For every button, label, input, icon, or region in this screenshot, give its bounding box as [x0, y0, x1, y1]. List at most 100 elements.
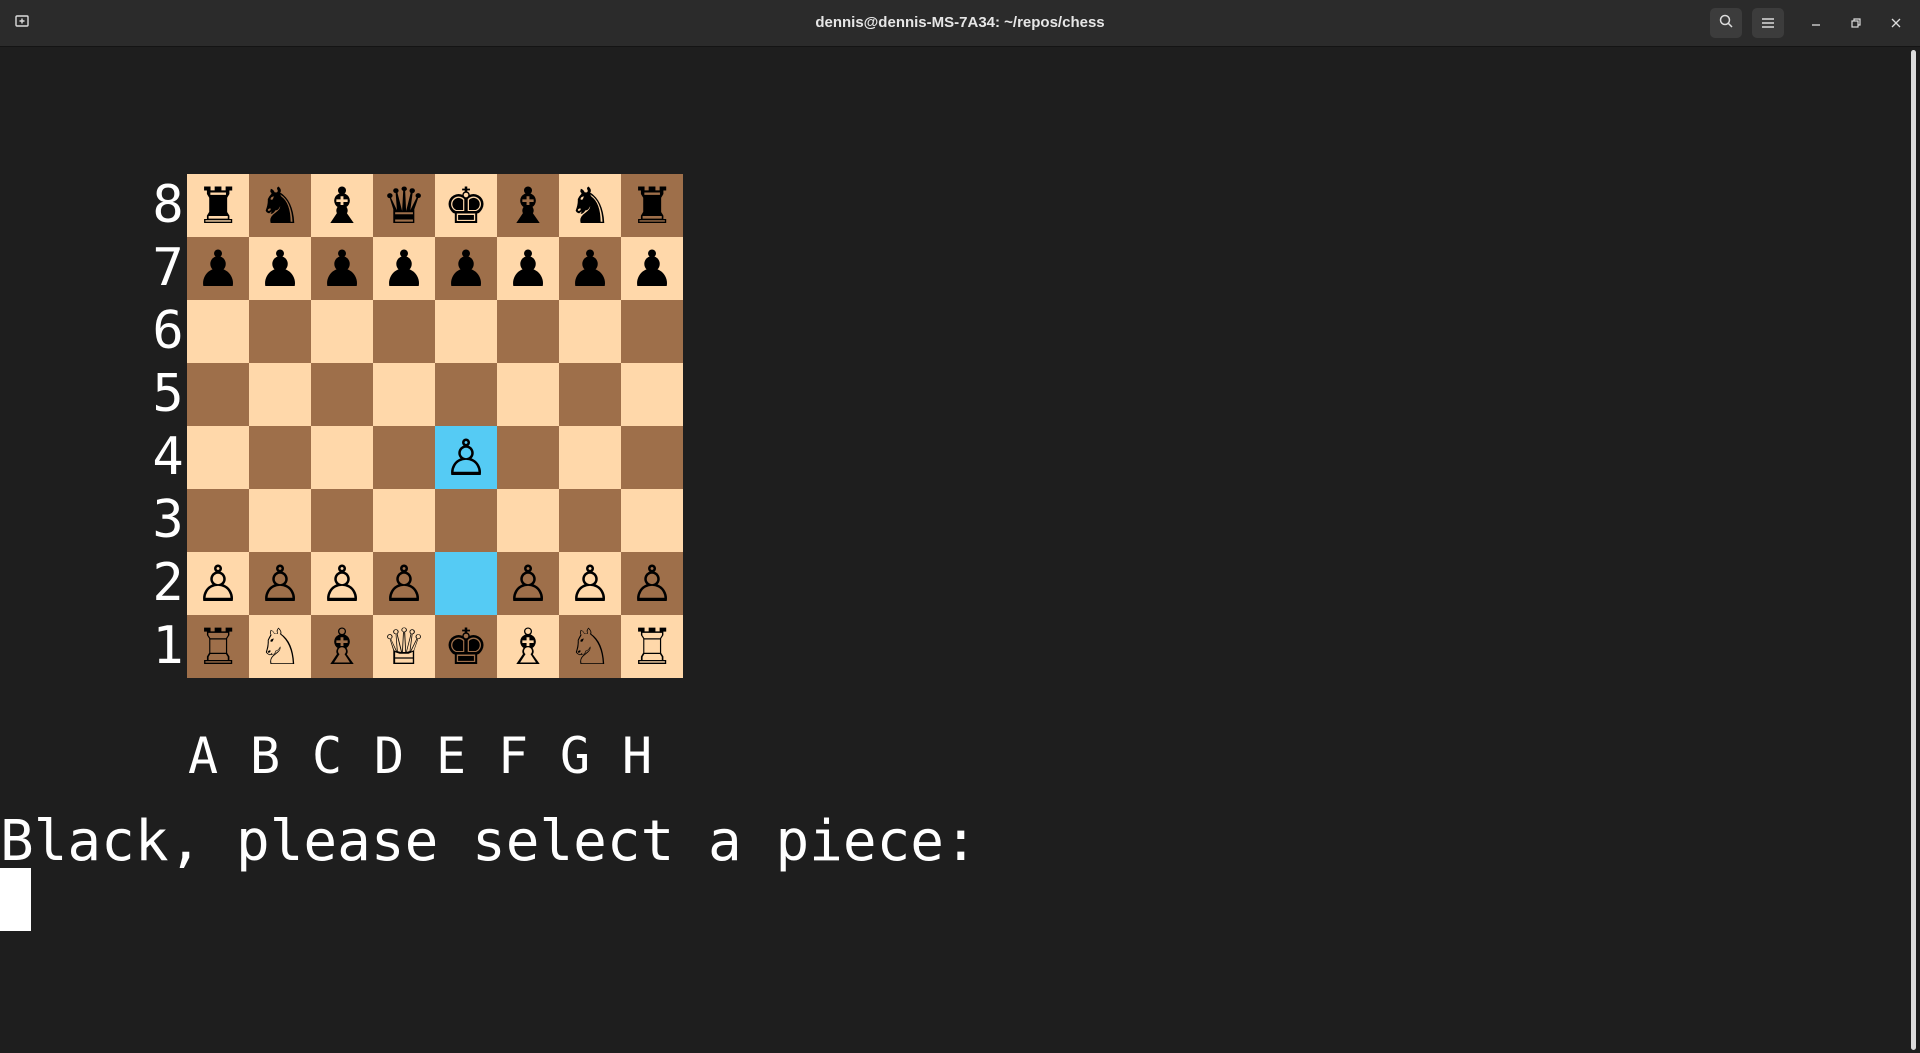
board-square[interactable] — [311, 363, 373, 426]
board-square[interactable] — [373, 489, 435, 552]
chess-piece: ♟ — [443, 239, 489, 298]
chess-piece: ♙ — [381, 554, 427, 613]
board-square[interactable] — [373, 426, 435, 489]
board-square[interactable] — [621, 363, 683, 426]
board-square[interactable]: ♞ — [559, 174, 621, 237]
minimize-icon — [1810, 14, 1822, 33]
chess-piece: ♘ — [257, 617, 303, 676]
chess-piece: ♟ — [195, 239, 241, 298]
board-square[interactable]: ♗ — [497, 615, 559, 678]
board-square[interactable]: ♝ — [311, 174, 373, 237]
close-icon — [1890, 14, 1902, 33]
chess-piece: ♟ — [319, 239, 365, 298]
board-square[interactable]: ♙ — [435, 426, 497, 489]
title-bar: dennis@dennis-MS-7A34: ~/repos/chess — [0, 0, 1920, 47]
board-square[interactable] — [559, 300, 621, 363]
board-square[interactable]: ♟ — [311, 237, 373, 300]
board-square[interactable] — [621, 426, 683, 489]
board-square[interactable] — [373, 363, 435, 426]
board-square[interactable] — [249, 489, 311, 552]
board-square[interactable] — [373, 300, 435, 363]
board-square[interactable] — [559, 489, 621, 552]
board-square[interactable] — [621, 300, 683, 363]
board-square[interactable]: ♙ — [249, 552, 311, 615]
board-square[interactable] — [497, 489, 559, 552]
terminal-area[interactable]: 8 7 6 5 4 3 2 1 ♜ ♞ ♝ ♛ ♚ ♝ ♞ ♜ ♟ ♟ ♟ ♟ ♟ ♟ ♟ ♟ ♙ ♙ ♙ ♙ ♙ ♙ ♙ ♙… — [0, 47, 1910, 1053]
board-square[interactable]: ♞ — [249, 174, 311, 237]
menu-button[interactable] — [1752, 8, 1784, 38]
board-square[interactable] — [497, 300, 559, 363]
board-square[interactable]: ♘ — [249, 615, 311, 678]
minimize-button[interactable] — [1800, 8, 1832, 38]
board-square[interactable]: ♙ — [373, 552, 435, 615]
file-label: E — [435, 727, 467, 785]
close-button[interactable] — [1880, 8, 1912, 38]
board-square[interactable]: ♟ — [249, 237, 311, 300]
chess-piece: ♟ — [567, 239, 613, 298]
board-square[interactable]: ♙ — [187, 552, 249, 615]
rank-label: 6 — [152, 301, 184, 361]
board-square[interactable] — [621, 489, 683, 552]
board-square[interactable]: ♟ — [621, 237, 683, 300]
board-square[interactable]: ♟ — [435, 237, 497, 300]
board-square[interactable] — [497, 426, 559, 489]
chess-piece: ♙ — [505, 554, 551, 613]
board-square[interactable] — [249, 300, 311, 363]
board-square[interactable] — [435, 552, 497, 615]
restore-button[interactable] — [1840, 8, 1872, 38]
board-square[interactable] — [187, 363, 249, 426]
chess-piece: ♞ — [567, 176, 613, 235]
board-square[interactable] — [187, 426, 249, 489]
board-square[interactable]: ♚ — [435, 174, 497, 237]
board-square[interactable] — [187, 300, 249, 363]
new-tab-icon — [14, 13, 30, 33]
rank-label: 8 — [152, 175, 184, 235]
board-square[interactable]: ♙ — [621, 552, 683, 615]
chess-piece: ♛ — [381, 176, 427, 235]
board-square[interactable]: ♘ — [559, 615, 621, 678]
board-square[interactable]: ♖ — [187, 615, 249, 678]
board-square[interactable] — [311, 300, 373, 363]
text-cursor[interactable] — [0, 868, 31, 931]
file-label: C — [311, 727, 343, 785]
chess-piece: ♝ — [319, 176, 365, 235]
board-square[interactable]: ♜ — [187, 174, 249, 237]
board-square[interactable] — [559, 426, 621, 489]
chess-piece: ♖ — [195, 617, 241, 676]
board-square[interactable] — [311, 489, 373, 552]
board-square[interactable] — [249, 363, 311, 426]
board-square[interactable] — [311, 426, 373, 489]
rank-label: 4 — [152, 427, 184, 487]
board-square[interactable] — [559, 363, 621, 426]
scrollbar[interactable] — [1911, 50, 1916, 1050]
chess-piece: ♜ — [195, 176, 241, 235]
board-square[interactable] — [249, 426, 311, 489]
chess-piece: ♟ — [629, 239, 675, 298]
board-square[interactable]: ♙ — [559, 552, 621, 615]
board-square[interactable]: ♖ — [621, 615, 683, 678]
board-square[interactable] — [497, 363, 559, 426]
board-square[interactable] — [435, 363, 497, 426]
board-square[interactable]: ♗ — [311, 615, 373, 678]
board-square[interactable]: ♚ — [435, 615, 497, 678]
board-square[interactable]: ♙ — [497, 552, 559, 615]
board-square[interactable] — [435, 489, 497, 552]
board-square[interactable] — [187, 489, 249, 552]
board-square[interactable]: ♟ — [187, 237, 249, 300]
board-square[interactable]: ♛ — [373, 174, 435, 237]
file-label: A — [187, 727, 219, 785]
new-tab-button[interactable] — [6, 8, 38, 38]
chess-piece: ♘ — [567, 617, 613, 676]
board-square[interactable]: ♟ — [559, 237, 621, 300]
board-square[interactable] — [435, 300, 497, 363]
board-square[interactable]: ♜ — [621, 174, 683, 237]
chess-piece: ♗ — [319, 617, 365, 676]
rank-label: 5 — [152, 364, 184, 424]
board-square[interactable]: ♝ — [497, 174, 559, 237]
board-square[interactable]: ♟ — [373, 237, 435, 300]
board-square[interactable]: ♟ — [497, 237, 559, 300]
search-button[interactable] — [1710, 8, 1742, 38]
board-square[interactable]: ♙ — [311, 552, 373, 615]
rank-label: 2 — [152, 553, 184, 613]
board-square[interactable]: ♕ — [373, 615, 435, 678]
